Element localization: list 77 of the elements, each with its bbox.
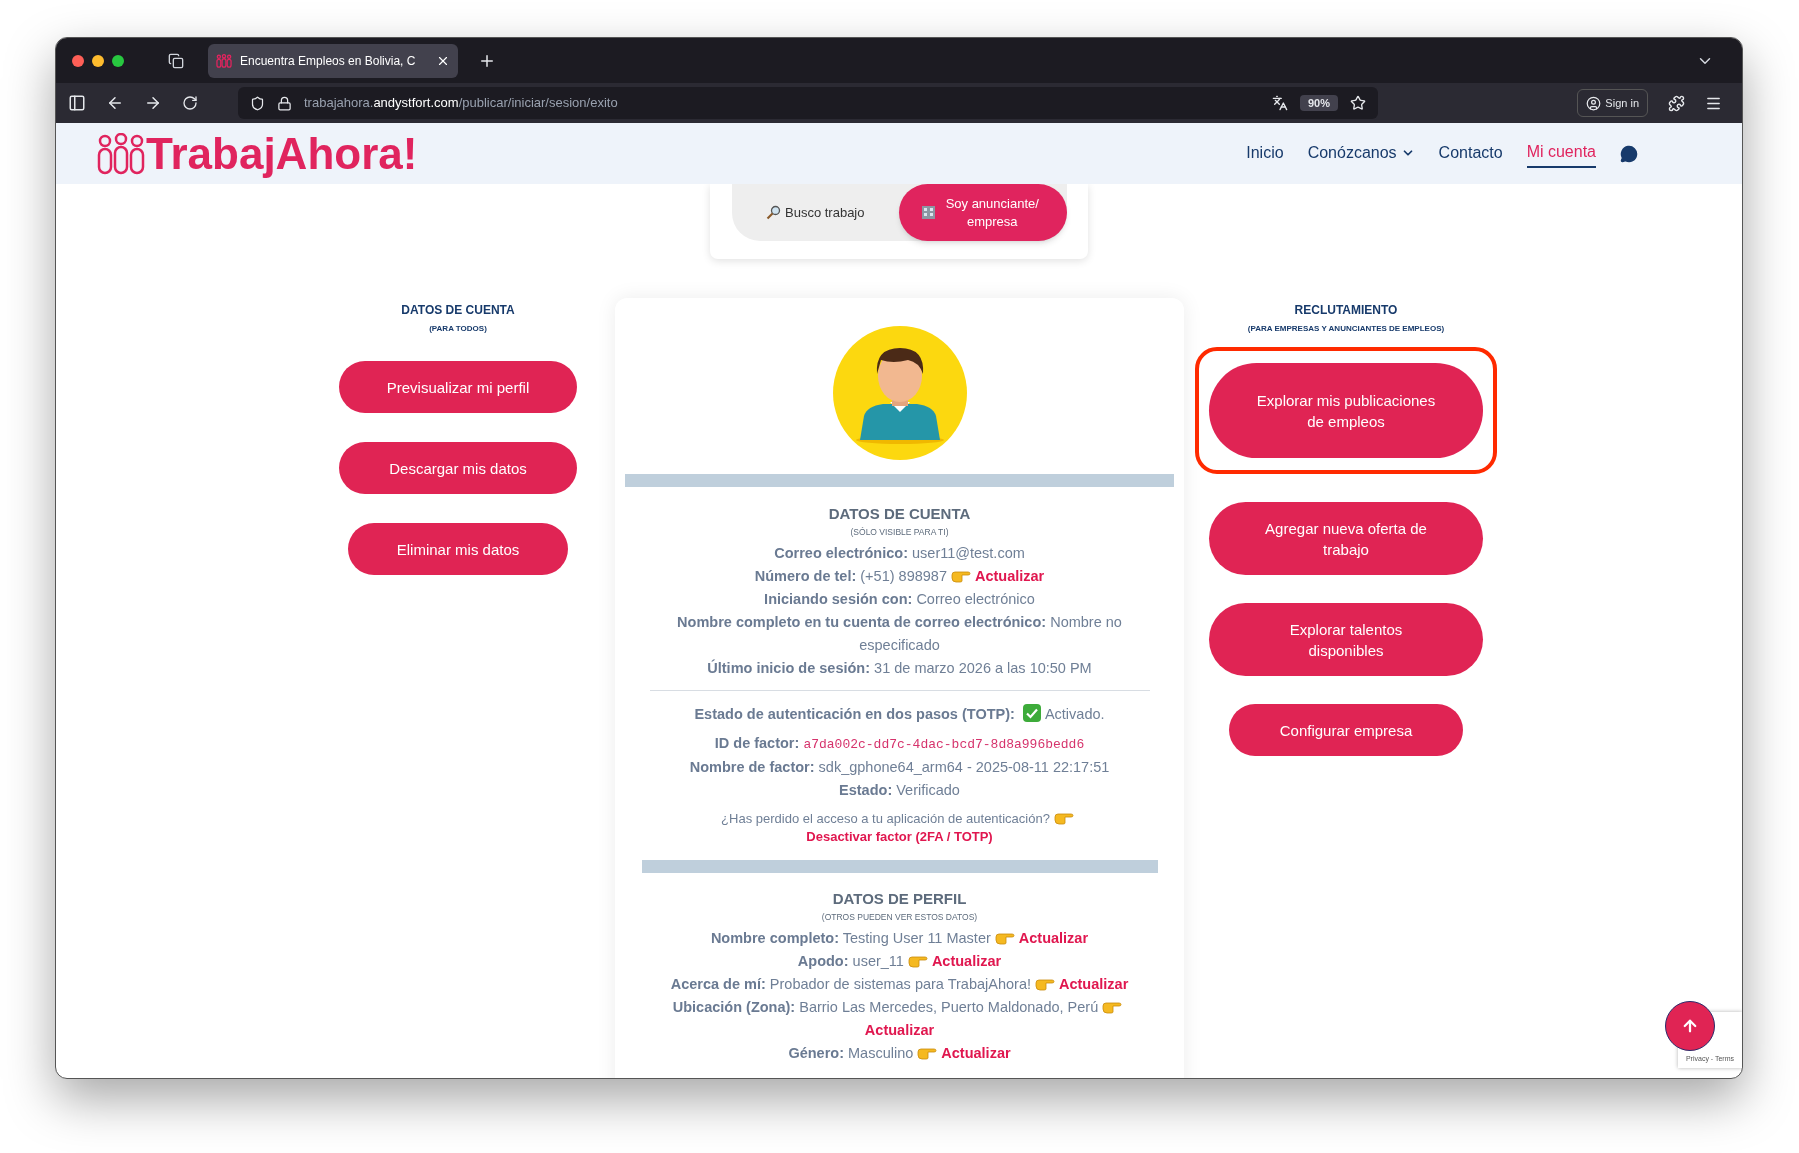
- role-toggle-button[interactable]: Busco trabajo: [731, 184, 899, 241]
- extensions-icon[interactable]: [1668, 94, 1685, 112]
- info-row-text: Nombre de factor: sdk_gphone64_arm64 - 2025-08-11 22:17:51: [689, 758, 1110, 778]
- bookmark-star-icon[interactable]: [1350, 95, 1366, 111]
- lock-icon: [277, 95, 292, 111]
- info-row-text: Iniciando sesión con: Correo electrónico: [763, 590, 1036, 610]
- close-window-button[interactable]: [72, 54, 84, 67]
- update-link[interactable]: Actualizar: [941, 1044, 1011, 1061]
- translate-icon[interactable]: [1271, 95, 1288, 111]
- maximize-window-button[interactable]: [112, 54, 124, 67]
- forward-icon[interactable]: [144, 94, 162, 112]
- zoom-level-badge[interactable]: 90%: [1299, 94, 1338, 112]
- pointing-hand-icon: [1053, 812, 1074, 826]
- site-logo-text[interactable]: TrabajAhora!: [146, 131, 418, 176]
- address-bar[interactable]: trabajahora.andystfort.com/publicar/iniciar/sesion/exito 90%: [238, 87, 1378, 119]
- role-toggle-button[interactable]: Soy anunciante/ empresa: [899, 184, 1067, 241]
- nav-link[interactable]: Inicio: [1246, 140, 1284, 167]
- action-button[interactable]: Configurar empresa: [1229, 704, 1463, 756]
- pointing-hand-icon: [950, 570, 971, 584]
- section-title: RECLUTAMIENTO: [1294, 302, 1398, 319]
- section-subtitle: (PARA EMPRESAS Y ANUNCIANTES DE EMPLEOS): [1247, 323, 1445, 335]
- info-row-text: Género: Masculino Actualizar: [787, 1043, 1012, 1063]
- update-link[interactable]: Desactivar factor (2FA / TOTP): [806, 829, 993, 845]
- info-row-text: Nombre completo en tu cuenta de correo electrónico: Nombre no especificado: [676, 613, 1123, 656]
- action-button[interactable]: Explorar mis publicaciones de empleos: [1209, 363, 1483, 458]
- action-button[interactable]: Eliminar mis datos: [348, 523, 568, 575]
- action-button[interactable]: Descargar mis datos: [339, 442, 577, 494]
- people-logo-icon: [96, 132, 146, 175]
- section-title: DATOS DE CUENTA: [401, 302, 515, 319]
- nav-link[interactable]: Conózcanos: [1307, 140, 1415, 167]
- sidebar-icon[interactable]: [68, 94, 86, 112]
- lost-access-text: ¿Has perdido el acceso a tu aplicación de autenticación? Desactivar factor (2FA / TOTP): [649, 810, 1150, 847]
- update-link[interactable]: Actualizar: [931, 952, 1002, 969]
- pointing-hand-icon: [1102, 1000, 1123, 1014]
- scroll-to-top-button[interactable]: [1665, 1001, 1715, 1051]
- section-title: DATOS DE PERFIL: [832, 889, 967, 910]
- pointing-hand-icon: [994, 931, 1015, 945]
- update-link[interactable]: Actualizar: [974, 568, 1045, 585]
- info-row-text: Correo electrónico: user11@test.com: [773, 544, 1026, 564]
- pointing-hand-icon: [1035, 977, 1055, 991]
- action-button[interactable]: Agregar nueva oferta de trabajo: [1209, 502, 1483, 575]
- update-link[interactable]: Actualizar: [1059, 975, 1129, 992]
- check-mark-icon: [1022, 704, 1041, 723]
- nav-link[interactable]: Contacto: [1438, 140, 1503, 167]
- update-link[interactable]: Actualizar: [864, 1021, 935, 1038]
- sign-in-button[interactable]: Sign in: [1577, 89, 1648, 117]
- pointing-hand-icon: [917, 1046, 938, 1060]
- account-icon: [1586, 95, 1602, 111]
- browser-tab[interactable]: Encuentra Empleos en Bolivia, C: [208, 43, 458, 78]
- tab-overview-icon[interactable]: [168, 52, 184, 69]
- chat-icon[interactable]: [1620, 144, 1638, 163]
- action-button[interactable]: Previsualizar mi perfil: [339, 361, 577, 413]
- update-link[interactable]: Actualizar: [1018, 929, 1089, 946]
- info-row-text: Apodo: user_11 Actualizar: [796, 951, 1003, 971]
- site-favicon-icon: [216, 53, 232, 68]
- pointing-hand-icon: [907, 954, 928, 968]
- info-row-text: Número de tel: (+51) 898987 Actualizar: [753, 567, 1046, 587]
- back-icon[interactable]: [106, 94, 124, 112]
- section-subtitle: (OTROS PUEDEN VER ESTOS DATOS): [821, 910, 978, 924]
- nav-link[interactable]: Mi cuenta: [1526, 139, 1596, 168]
- info-row-text: Último inicio de sesión: 31 de marzo 2026 a las 10:50 PM: [706, 658, 1093, 679]
- info-row-text: Estado: Verificado: [839, 781, 960, 801]
- info-row-text: ID de factor: a7da002c-dd7c-4dac-bcd7-8d8a996bedd6: [714, 734, 1085, 755]
- shield-icon: [250, 95, 265, 111]
- section-title: DATOS DE CUENTA: [828, 504, 971, 524]
- reload-icon[interactable]: [182, 95, 198, 111]
- minimize-window-button[interactable]: [92, 54, 104, 67]
- info-row-text: Nombre completo: Testing User 11 Master Actualizar: [709, 928, 1090, 948]
- info-row-text: Estado de autenticación en dos pasos (TOTP): Activado.: [694, 703, 1105, 725]
- info-row: Ubicación (Zona): Barrio Las Mercedes, Puerto Maldonado, Perú Actualizar: [664, 995, 1135, 1042]
- section-subtitle: (PARA TODOS): [429, 323, 487, 335]
- section-subtitle: (SÓLO VISIBLE PARA TI): [850, 525, 949, 539]
- building-icon: [920, 205, 936, 220]
- magnifier-icon: [766, 205, 781, 220]
- info-row-text: Acerca de mí: Probador de sistemas para TrabajAhora! Actualizar: [669, 974, 1130, 994]
- url-text: trabajahora.andystfort.com/publicar/iniciar/sesion/exito: [304, 94, 618, 113]
- action-button[interactable]: Explorar talentos disponibles: [1209, 603, 1483, 676]
